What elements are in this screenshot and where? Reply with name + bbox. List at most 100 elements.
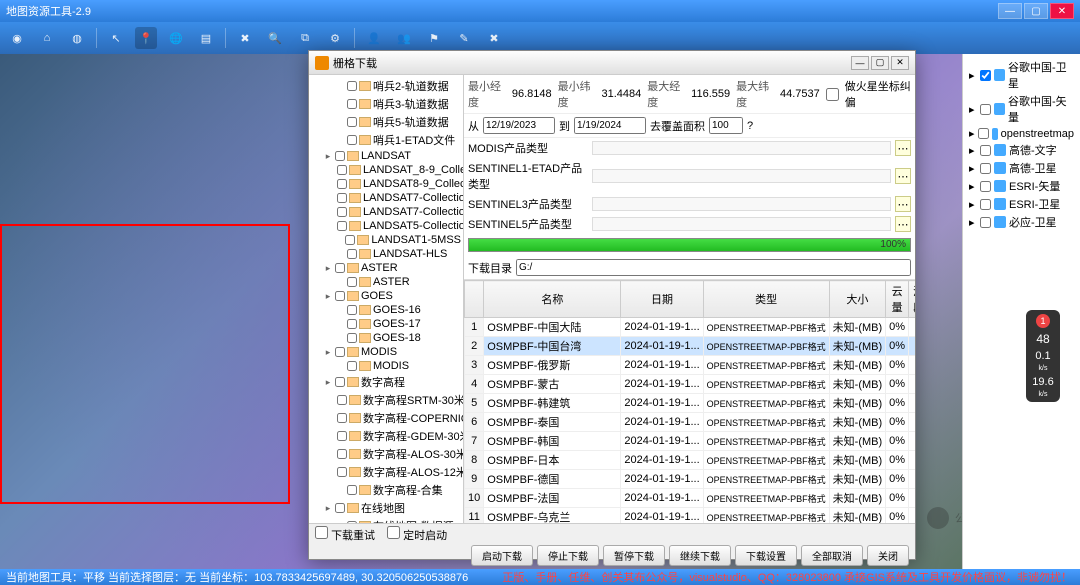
tree-node[interactable]: 数字高程-GDEM-30米 [311, 427, 461, 445]
layer-checkbox[interactable] [980, 181, 991, 192]
tree-node[interactable]: ▸MODIS [311, 345, 461, 359]
tree-node[interactable]: 哨兵1-ETAD文件 [311, 131, 461, 149]
filter-input[interactable] [592, 141, 891, 155]
layer-checkbox[interactable] [980, 217, 991, 228]
filter-button[interactable]: ⋯ [895, 140, 911, 156]
col-header[interactable]: 云量 [886, 281, 909, 318]
download-grid[interactable]: 名称日期类型大小云量波段下载进度下1OSMPBF-中国大陆2024-01-19-… [464, 280, 915, 523]
cursor-icon[interactable]: ↖ [105, 27, 127, 49]
footer-button[interactable]: 停止下载 [537, 545, 599, 566]
table-row[interactable]: 3OSMPBF-俄罗斯2024-01-19-1...OPENSTREETMAP-… [465, 356, 916, 375]
footer-button[interactable]: 下载设置 [735, 545, 797, 566]
globe-icon[interactable]: 🌐 [165, 27, 187, 49]
layer-checkbox[interactable] [978, 128, 989, 139]
footer-button[interactable]: 继续下载 [669, 545, 731, 566]
layer-checkbox[interactable] [980, 145, 991, 156]
tree-node[interactable]: ▸LANDSAT [311, 149, 461, 163]
db2-icon[interactable]: ◍ [66, 27, 88, 49]
layer-checkbox[interactable] [980, 163, 991, 174]
user-icon[interactable]: 👤 [363, 27, 385, 49]
tree-node[interactable]: 哨兵5-轨道数据 [311, 113, 461, 131]
table-row[interactable]: 10OSMPBF-法国2024-01-19-1...OPENSTREETMAP-… [465, 489, 916, 508]
tree-node[interactable]: ▸在线地图 [311, 499, 461, 517]
layer-item[interactable]: ▸谷歌中国-卫星 [967, 58, 1076, 92]
x-icon[interactable]: ✖ [234, 27, 256, 49]
dir-input[interactable] [516, 259, 911, 276]
filter-button[interactable]: ⋯ [895, 196, 911, 212]
tree-node[interactable]: 数字高程-合集 [311, 481, 461, 499]
tree-node[interactable]: 哨兵2-轨道数据 [311, 77, 461, 95]
footer-button[interactable]: 全部取消 [801, 545, 863, 566]
tree-node[interactable]: GOES-18 [311, 331, 461, 345]
footer-button[interactable]: 暂停下载 [603, 545, 665, 566]
layer-item[interactable]: ▸必应-卫星 [967, 213, 1076, 231]
tree-node[interactable]: 数字高程SRTM-30米 [311, 391, 461, 409]
tree-node[interactable]: 数字高程-ALOS-12米 [311, 463, 461, 481]
filter-button[interactable]: ⋯ [895, 168, 911, 184]
col-header[interactable]: 日期 [621, 281, 703, 318]
date-from-input[interactable] [483, 117, 555, 134]
flag-icon[interactable]: ⚑ [423, 27, 445, 49]
tree-node[interactable]: MODIS [311, 359, 461, 373]
maximize-button[interactable]: ▢ [1024, 3, 1048, 19]
close-button[interactable]: ✕ [1050, 3, 1074, 19]
pencil-icon[interactable]: ✎ [453, 27, 475, 49]
tree-node[interactable]: LANDSAT5-Collection2_L... [311, 219, 461, 233]
tree-node[interactable]: LANDSAT7-Collection2_L... [311, 191, 461, 205]
selection-box[interactable] [0, 224, 290, 504]
doc-icon[interactable]: ▤ [195, 27, 217, 49]
fire-checkbox[interactable] [826, 88, 839, 101]
gear-icon[interactable]: ⚙ [324, 27, 346, 49]
tree-node[interactable]: LANDSAT_8-9_Collection... [311, 163, 461, 177]
tree-node[interactable]: LANDSAT8-9_Collection... [311, 177, 461, 191]
tree-node[interactable]: 数字高程-COPERNICUS-3... [311, 409, 461, 427]
tree-node[interactable]: GOES-16 [311, 303, 461, 317]
col-header[interactable]: 波段 [909, 281, 915, 318]
house-icon[interactable]: ⌂ [36, 27, 58, 49]
date-to-input[interactable] [574, 117, 646, 134]
table-row[interactable]: 8OSMPBF-日本2024-01-19-1...OPENSTREETMAP-P… [465, 451, 916, 470]
table-row[interactable]: 11OSMPBF-乌克兰2024-01-19-1...OPENSTREETMAP… [465, 508, 916, 524]
tree-node[interactable]: ▸ASTER [311, 261, 461, 275]
cover-input[interactable] [709, 117, 743, 134]
tree-node[interactable]: LANDSAT1-5MSS [311, 233, 461, 247]
tree-node[interactable]: LANDSAT7-Collection2_L... [311, 205, 461, 219]
layer-checkbox[interactable] [980, 70, 991, 81]
dialog-titlebar[interactable]: 栅格下载 — ▢ ✕ [309, 51, 915, 75]
tree-node[interactable]: LANDSAT-HLS [311, 247, 461, 261]
table-row[interactable]: 9OSMPBF-德国2024-01-19-1...OPENSTREETMAP-P… [465, 470, 916, 489]
timer-checkbox[interactable]: 定时启动 [387, 526, 447, 543]
copy-icon[interactable]: ⧉ [294, 27, 316, 49]
tree-node[interactable]: 哨兵3-轨道数据 [311, 95, 461, 113]
tree-node[interactable]: GOES-17 [311, 317, 461, 331]
dialog-min-button[interactable]: — [851, 56, 869, 70]
tree-node[interactable]: ▸GOES [311, 289, 461, 303]
footer-button[interactable]: 关闭 [867, 545, 909, 566]
filter-input[interactable] [592, 169, 891, 183]
dialog-max-button[interactable]: ▢ [871, 56, 889, 70]
layer-item[interactable]: ▸ESRI-矢量 [967, 177, 1076, 195]
table-row[interactable]: 2OSMPBF-中国台湾2024-01-19-1...OPENSTREETMAP… [465, 337, 916, 356]
filter-input[interactable] [592, 217, 891, 231]
x2-icon[interactable]: ✖ [483, 27, 505, 49]
col-header[interactable]: 类型 [703, 281, 829, 318]
tree-node[interactable]: 数字高程-ALOS-30米 [311, 445, 461, 463]
layer-item[interactable]: ▸谷歌中国-矢量 [967, 92, 1076, 126]
database-icon[interactable]: ◉ [6, 27, 28, 49]
footer-button[interactable]: 启动下载 [471, 545, 533, 566]
minimize-button[interactable]: — [998, 3, 1022, 19]
user2-icon[interactable]: 👥 [393, 27, 415, 49]
pin-icon[interactable]: 📍 [135, 27, 157, 49]
layer-checkbox[interactable] [980, 199, 991, 210]
filter-input[interactable] [592, 197, 891, 211]
table-row[interactable]: 4OSMPBF-蒙古2024-01-19-1...OPENSTREETMAP-P… [465, 375, 916, 394]
cover-help-icon[interactable]: ? [747, 120, 753, 132]
layer-checkbox[interactable] [980, 104, 991, 115]
table-row[interactable]: 7OSMPBF-韩国2024-01-19-1...OPENSTREETMAP-P… [465, 432, 916, 451]
col-header[interactable] [465, 281, 484, 318]
table-row[interactable]: 6OSMPBF-泰国2024-01-19-1...OPENSTREETMAP-P… [465, 413, 916, 432]
retry-checkbox[interactable]: 下载重试 [315, 526, 375, 543]
zoom-icon[interactable]: 🔍 [264, 27, 286, 49]
table-row[interactable]: 1OSMPBF-中国大陆2024-01-19-1...OPENSTREETMAP… [465, 318, 916, 337]
tree-node[interactable]: ASTER [311, 275, 461, 289]
